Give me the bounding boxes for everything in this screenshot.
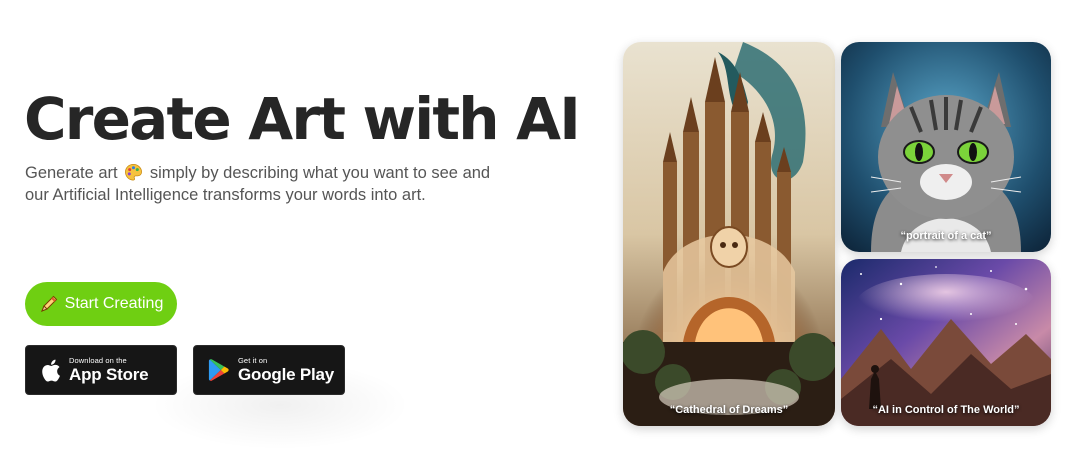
hero-subtitle-start: Generate art — [25, 164, 118, 182]
hero-title: Create Art with AI — [24, 85, 581, 153]
world-image-card[interactable]: “AI in Control of The World” — [841, 259, 1051, 426]
hero-subtitle: Generate art simply by describing what y… — [25, 162, 505, 206]
start-creating-button[interactable]: Start Creating — [25, 282, 177, 326]
app-store-small-text: Download on the — [69, 355, 127, 365]
google-play-icon — [208, 359, 229, 381]
cat-artwork — [841, 42, 1051, 252]
google-play-small-text: Get it on — [238, 355, 268, 365]
galaxy-mountains-artwork — [841, 259, 1051, 426]
world-caption: “AI in Control of The World” — [872, 404, 1020, 416]
apple-icon — [42, 359, 60, 382]
pencil-icon — [40, 295, 57, 312]
artist-palette-icon — [124, 163, 143, 182]
app-store-label: App Store — [69, 365, 149, 385]
cathedral-caption: “Cathedral of Dreams” — [669, 404, 789, 416]
cathedral-artwork — [623, 42, 835, 426]
landing-hero: Create Art with AI Generate art simply b… — [0, 0, 1080, 455]
cathedral-image-card[interactable]: “Cathedral of Dreams” — [623, 42, 835, 426]
google-play-button[interactable]: Get it on Google Play — [193, 345, 345, 395]
cat-image-card[interactable]: “portrait of a cat” — [841, 42, 1051, 252]
cat-caption: “portrait of a cat” — [900, 230, 992, 242]
google-play-label: Google Play — [238, 365, 335, 385]
app-store-button[interactable]: Download on the App Store — [25, 345, 177, 395]
start-creating-label: Start Creating — [64, 295, 164, 312]
